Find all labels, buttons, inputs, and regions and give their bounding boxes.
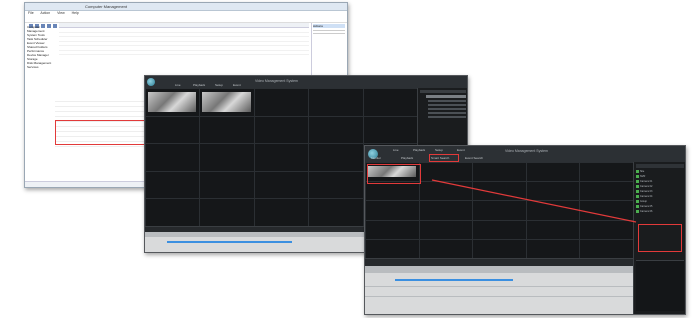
app-logo-icon — [147, 78, 155, 86]
video-tile[interactable] — [472, 238, 527, 259]
video-tile[interactable] — [472, 219, 527, 240]
tab-setup[interactable]: Setup — [435, 148, 443, 152]
tree-item[interactable]: Camera 02 — [636, 185, 684, 189]
video-tile[interactable] — [472, 200, 527, 221]
menu-help[interactable]: Help — [72, 11, 79, 15]
subtab-playback[interactable]: Playback — [401, 156, 413, 160]
tree-item[interactable]: Site — [636, 170, 684, 174]
video-tile[interactable] — [525, 200, 581, 221]
explorer-tree: Computer Management System Tools Task Sc… — [27, 25, 57, 175]
video-tile[interactable] — [579, 238, 634, 259]
video-tile[interactable] — [418, 238, 474, 259]
video-tile[interactable] — [365, 238, 420, 259]
nvr-window-front: Video Management System Live Playback Se… — [364, 145, 686, 315]
video-tile[interactable] — [308, 143, 364, 172]
device-tree-panel: Site NVR Camera 01 Camera 02 Camera 03 C… — [633, 162, 685, 314]
highlight-box — [429, 154, 459, 162]
highlight-box — [55, 120, 145, 145]
video-tile[interactable] — [253, 198, 310, 227]
window-title: Video Management System — [505, 149, 548, 153]
subtab-monitor[interactable]: Monitor — [371, 156, 381, 160]
video-tile[interactable] — [199, 198, 255, 227]
video-tile[interactable] — [308, 88, 364, 117]
video-tile[interactable] — [365, 200, 420, 221]
video-tile[interactable] — [199, 88, 255, 117]
video-tile[interactable] — [579, 162, 634, 183]
camera-thumbnail[interactable] — [148, 92, 197, 112]
video-tile[interactable] — [525, 238, 581, 259]
video-tile[interactable] — [579, 200, 634, 221]
video-tile[interactable] — [308, 115, 364, 145]
video-tile[interactable] — [365, 219, 420, 240]
menu-file[interactable]: File — [28, 11, 34, 15]
video-tile[interactable] — [145, 115, 201, 145]
tree-item[interactable]: Camera 03 — [636, 190, 684, 194]
window-title: Video Management System — [255, 79, 298, 83]
tree-item[interactable]: NVR — [636, 175, 684, 179]
explorer-titlebar: Computer Management — [25, 3, 347, 11]
tab-event[interactable]: Event — [457, 148, 465, 152]
tree-item[interactable]: Camera 01 — [636, 180, 684, 184]
subtab-event-search[interactable]: Event Search — [465, 156, 483, 160]
tree-item[interactable]: Computer Management — [27, 25, 57, 33]
tab-event[interactable]: Event — [233, 83, 241, 87]
video-tile[interactable] — [362, 88, 418, 117]
video-tile[interactable] — [199, 170, 255, 200]
tree-item[interactable]: Group — [636, 200, 684, 204]
timeline[interactable] — [365, 266, 633, 314]
tab-live[interactable]: Live — [393, 148, 399, 152]
video-tile[interactable] — [472, 181, 527, 202]
tree-item[interactable]: Camera 04 — [636, 195, 684, 199]
video-tile[interactable] — [145, 88, 201, 117]
highlight-box — [638, 224, 682, 252]
video-tile[interactable] — [579, 219, 634, 240]
actions-header: Actions — [313, 24, 345, 28]
video-tile[interactable] — [525, 162, 581, 183]
video-tile[interactable] — [418, 200, 474, 221]
video-tile[interactable] — [253, 88, 310, 117]
table-row[interactable] — [59, 51, 309, 55]
video-tile[interactable] — [145, 143, 201, 172]
video-tile[interactable] — [145, 170, 201, 200]
video-tile[interactable] — [199, 143, 255, 172]
highlight-box — [367, 164, 421, 184]
tab-setup[interactable]: Setup — [215, 83, 223, 87]
tree-item[interactable]: Camera 06 — [636, 210, 684, 214]
video-tile[interactable] — [253, 170, 310, 200]
video-tile[interactable] — [308, 170, 364, 200]
tab-playback[interactable]: Playback — [193, 83, 205, 87]
video-tile[interactable] — [362, 115, 418, 145]
video-tile[interactable] — [472, 162, 527, 183]
menu-action[interactable]: Action — [40, 11, 50, 15]
video-tile[interactable] — [199, 115, 255, 145]
video-tile[interactable] — [418, 181, 474, 202]
tab-live[interactable]: Live — [175, 83, 181, 87]
video-tile[interactable] — [145, 198, 201, 227]
video-tile[interactable] — [525, 219, 581, 240]
timeline-recording-bar — [395, 279, 513, 281]
tree-item[interactable]: Services — [27, 65, 57, 69]
video-tile[interactable] — [418, 162, 474, 183]
video-tile[interactable] — [365, 181, 420, 202]
menu-view[interactable]: View — [57, 11, 65, 15]
explorer-toolbar — [25, 16, 347, 28]
video-tile[interactable] — [253, 115, 310, 145]
tab-playback[interactable]: Playback — [413, 148, 425, 152]
video-tile[interactable] — [253, 143, 310, 172]
video-tile[interactable] — [418, 219, 474, 240]
video-tile[interactable] — [579, 181, 634, 202]
timeline-recording-bar — [167, 241, 292, 243]
nvr-titlebar: Video Management System Live Playback Se… — [365, 146, 685, 163]
camera-thumbnail[interactable] — [202, 92, 251, 112]
video-tile[interactable] — [308, 198, 364, 227]
tree-item[interactable]: Camera 05 — [636, 205, 684, 209]
video-tile[interactable] — [525, 181, 581, 202]
